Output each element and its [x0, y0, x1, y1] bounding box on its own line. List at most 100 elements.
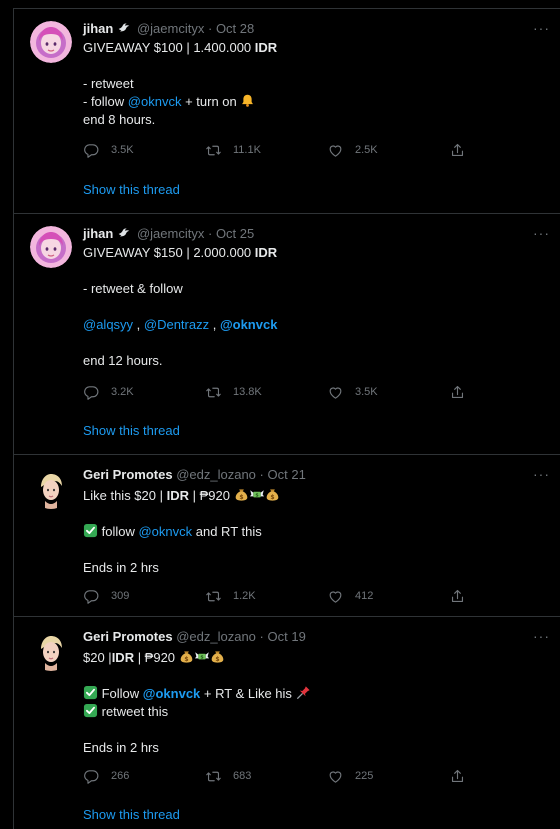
- reply-button[interactable]: 3.2K: [83, 382, 134, 402]
- like-button[interactable]: 3.5K: [327, 382, 378, 402]
- pushpin-emoji-icon: [296, 685, 311, 700]
- reply-count: 266: [111, 770, 130, 782]
- mention-link[interactable]: @oknvck: [143, 686, 200, 701]
- show-thread-link[interactable]: Show this thread: [83, 422, 180, 440]
- retweet-button[interactable]: 13.8K: [205, 382, 262, 402]
- reply-button[interactable]: 3.5K: [83, 140, 134, 160]
- text: GIVEAWAY $150 | 2.000.000: [83, 245, 255, 260]
- share-icon: [449, 142, 466, 159]
- share-button[interactable]: [449, 766, 466, 786]
- separator-dot: ·: [259, 629, 264, 644]
- tweet-text-line: Follow @oknvck + RT & Like his: [83, 685, 311, 703]
- like-button[interactable]: 225: [327, 766, 373, 786]
- like-button[interactable]: 412: [327, 586, 373, 606]
- show-thread-link[interactable]: Show this thread: [83, 181, 180, 199]
- bold-text: IDR: [111, 650, 135, 665]
- more-options-button[interactable]: ···: [533, 224, 550, 242]
- mention-link[interactable]: @oknvck: [128, 94, 182, 109]
- reply-icon: [83, 142, 100, 159]
- tweet-text-line: $20 |IDR | ₱920: [83, 649, 225, 667]
- tweet[interactable]: jihan @jaemcityx · Oct 25 GIVEAWAY $150 …: [14, 214, 560, 455]
- money-bag-emoji-icon: [179, 649, 194, 664]
- text: + RT & Like his: [200, 686, 296, 701]
- heart-icon: [327, 768, 344, 785]
- bold-text: IDR: [254, 245, 278, 260]
- share-button[interactable]: [449, 586, 466, 606]
- avatar[interactable]: [30, 467, 72, 509]
- tweet-text-line: end 12 hours.: [83, 353, 163, 368]
- reply-button[interactable]: 309: [83, 586, 129, 606]
- share-icon: [449, 768, 466, 785]
- timestamp[interactable]: Oct 21: [268, 467, 306, 482]
- mention-link[interactable]: @oknvck: [138, 524, 192, 539]
- avatar[interactable]: [30, 226, 72, 268]
- tweet-actions: 266 683 225: [83, 766, 473, 786]
- retweet-icon: [205, 142, 222, 159]
- tweet[interactable]: Geri Promotes @edz_lozano · Oct 19 $20 |…: [14, 617, 560, 827]
- heart-icon: [327, 384, 344, 401]
- display-name[interactable]: Geri Promotes: [83, 467, 173, 482]
- display-name[interactable]: jihan: [83, 226, 113, 241]
- timestamp[interactable]: Oct 28: [216, 21, 254, 36]
- tweet-text-line: GIVEAWAY $100 | 1.400.000 IDR: [83, 39, 277, 57]
- handle[interactable]: @jaemcityx: [137, 226, 204, 241]
- avatar[interactable]: [30, 21, 72, 63]
- text: Follow: [98, 686, 143, 701]
- tweet-header: Geri Promotes @edz_lozano · Oct 19: [83, 628, 306, 646]
- retweet-count: 1.2K: [233, 590, 256, 602]
- like-count: 412: [355, 590, 374, 602]
- text: follow: [98, 524, 139, 539]
- tweet-text-line: end 8 hours.: [83, 112, 156, 127]
- tweet[interactable]: Geri Promotes @edz_lozano · Oct 21 Like …: [14, 455, 560, 617]
- mention-link[interactable]: @Dentrazz: [144, 317, 209, 332]
- tweet-text-line: @alqsyy , @Dentrazz , @oknvck: [83, 316, 277, 334]
- separator-dot: ·: [259, 467, 264, 482]
- share-button[interactable]: [449, 140, 466, 160]
- timestamp[interactable]: Oct 25: [216, 226, 254, 241]
- handle[interactable]: @jaemcityx: [137, 21, 204, 36]
- tweet[interactable]: jihan @jaemcityx · Oct 28 GIVEAWAY $100 …: [14, 9, 560, 214]
- timeline: jihan @jaemcityx · Oct 28 GIVEAWAY $100 …: [13, 8, 560, 829]
- mention-link[interactable]: @oknvck: [220, 317, 277, 332]
- tweet-text-line: Ends in 2 hrs: [83, 740, 159, 755]
- handle[interactable]: @edz_lozano: [176, 467, 256, 482]
- like-count: 225: [355, 770, 374, 782]
- retweet-icon: [205, 384, 222, 401]
- check-mark-emoji-icon: [83, 523, 98, 538]
- retweet-count: 683: [233, 770, 252, 782]
- tweet-text-line: - retweet: [83, 76, 134, 91]
- timestamp[interactable]: Oct 19: [268, 629, 306, 644]
- reply-icon: [83, 588, 100, 605]
- text: $20 |: [83, 650, 112, 665]
- more-options-button[interactable]: ···: [533, 627, 550, 645]
- text: - follow: [83, 94, 128, 109]
- text: retweet this: [98, 704, 169, 719]
- show-thread-link[interactable]: Show this thread: [83, 806, 180, 824]
- text: Like this $20 |: [83, 488, 167, 503]
- retweet-button[interactable]: 11.1K: [205, 140, 261, 160]
- money-bag-emoji-icon: [265, 487, 280, 502]
- mention-link[interactable]: @alqsyy: [83, 317, 133, 332]
- text: ,: [133, 317, 144, 332]
- display-name[interactable]: Geri Promotes: [83, 629, 173, 644]
- tweet-header: jihan @jaemcityx · Oct 25: [83, 225, 254, 243]
- more-options-button[interactable]: ···: [533, 19, 550, 37]
- separator-dot: ·: [207, 226, 213, 241]
- retweet-icon: [205, 768, 222, 785]
- separator-dot: ·: [207, 21, 213, 36]
- more-options-button[interactable]: ···: [533, 465, 550, 483]
- display-name[interactable]: jihan: [83, 21, 113, 36]
- heart-icon: [327, 142, 344, 159]
- retweet-button[interactable]: 1.2K: [205, 586, 256, 606]
- tweet-text-line: GIVEAWAY $150 | 2.000.000 IDR: [83, 244, 277, 262]
- handle[interactable]: @edz_lozano: [176, 629, 256, 644]
- like-button[interactable]: 2.5K: [327, 140, 378, 160]
- retweet-button[interactable]: 683: [205, 766, 251, 786]
- avatar[interactable]: [30, 629, 72, 671]
- reply-icon: [83, 768, 100, 785]
- tweet-header: jihan @jaemcityx · Oct 28: [83, 20, 254, 38]
- share-button[interactable]: [449, 382, 466, 402]
- reply-button[interactable]: 266: [83, 766, 129, 786]
- reply-count: 3.5K: [111, 144, 134, 156]
- reply-count: 3.2K: [111, 386, 134, 398]
